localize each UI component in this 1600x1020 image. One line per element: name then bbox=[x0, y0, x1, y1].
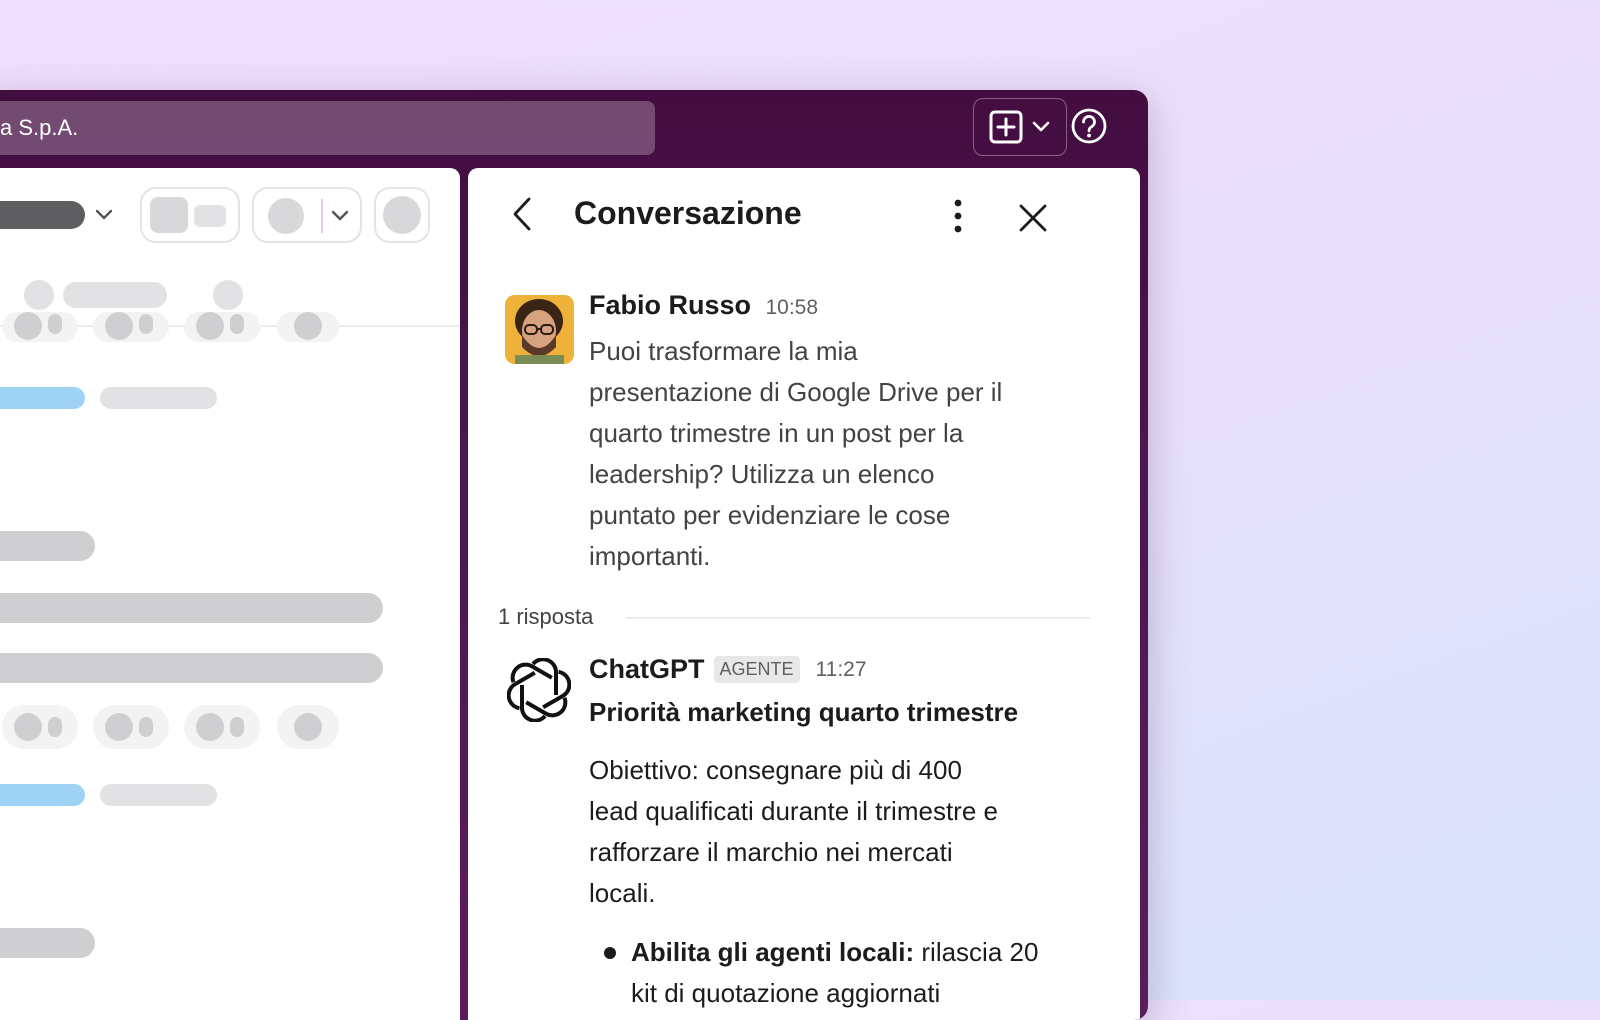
reply-line: rafforzare il marchio nei mercati bbox=[589, 837, 953, 867]
placeholder-toggle[interactable] bbox=[140, 187, 240, 243]
replies-count: 1 risposta bbox=[498, 604, 594, 629]
placeholder-reaction bbox=[2, 312, 78, 342]
help-button[interactable] bbox=[1067, 104, 1111, 148]
placeholder-reaction bbox=[277, 705, 339, 749]
placeholder-reaction bbox=[184, 705, 260, 749]
message-line: Puoi trasformare la mia bbox=[589, 336, 858, 366]
avatar[interactable] bbox=[505, 295, 574, 364]
bullet-label: Abilita gli agenti locali: bbox=[631, 937, 915, 967]
compose-icon bbox=[989, 110, 1023, 144]
placeholder-bar bbox=[100, 784, 217, 806]
channel-pane-placeholder bbox=[0, 168, 460, 1020]
placeholder-link bbox=[0, 784, 85, 806]
compose-button[interactable] bbox=[973, 98, 1067, 156]
placeholder-reaction bbox=[184, 312, 260, 342]
workspace-name: a S.p.A. bbox=[0, 115, 79, 140]
back-icon[interactable] bbox=[510, 196, 534, 232]
reply-body: Obiettivo: consegnare più di 400 lead qu… bbox=[589, 750, 998, 914]
placeholder-bar bbox=[0, 201, 85, 229]
placeholder-bar bbox=[0, 928, 95, 958]
openai-logo-icon[interactable] bbox=[507, 658, 571, 722]
reply-header: ChatGPT AGENTE 11:27 bbox=[589, 654, 867, 685]
chevron-down-icon bbox=[1032, 121, 1050, 132]
message-line: presentazione di Google Drive per il bbox=[589, 377, 1003, 407]
bullet-item: Abilita gli agenti locali: rilascia 20 k… bbox=[631, 932, 1038, 1014]
reply-author[interactable]: ChatGPT bbox=[589, 654, 705, 685]
placeholder-avatar[interactable] bbox=[374, 187, 430, 243]
message-author[interactable]: Fabio Russo bbox=[589, 290, 751, 320]
placeholder-dot bbox=[213, 280, 243, 310]
placeholder-reaction bbox=[2, 705, 78, 749]
bullet-dot bbox=[604, 947, 616, 959]
message-line: puntato per evidenziare le cose bbox=[589, 500, 951, 530]
placeholder-bar bbox=[0, 593, 383, 623]
reply-timestamp[interactable]: 11:27 bbox=[816, 658, 867, 682]
reply-line: lead qualificati durante il trimestre e bbox=[589, 796, 998, 826]
placeholder-reaction bbox=[93, 705, 169, 749]
chevron-down-icon bbox=[331, 210, 349, 221]
reply-heading: Priorità marketing quarto trimestre bbox=[589, 697, 1019, 727]
message-timestamp[interactable]: 10:58 bbox=[765, 296, 818, 319]
thread-title: Conversazione bbox=[574, 195, 802, 231]
message-line: quarto trimestre in un post per la bbox=[589, 418, 964, 448]
placeholder-bar bbox=[63, 282, 167, 308]
help-icon bbox=[1071, 108, 1107, 144]
message-line: importanti. bbox=[589, 541, 711, 571]
reply-line: Obiettivo: consegnare più di 400 bbox=[589, 755, 962, 785]
placeholder-reaction bbox=[93, 312, 169, 342]
message-header: Fabio Russo 10:58 bbox=[589, 290, 818, 321]
chevron-down-icon[interactable] bbox=[95, 208, 113, 222]
placeholder-link bbox=[0, 387, 85, 409]
message-line: leadership? Utilizza un elenco bbox=[589, 459, 935, 489]
replies-divider bbox=[626, 617, 1090, 619]
placeholder-bar bbox=[0, 531, 95, 561]
message-body: Puoi trasformare la mia presentazione di… bbox=[589, 331, 1002, 577]
placeholder-bar bbox=[0, 653, 383, 683]
more-vertical-icon[interactable] bbox=[953, 199, 963, 233]
placeholder-huddle[interactable] bbox=[252, 187, 362, 243]
placeholder-bar bbox=[100, 387, 217, 409]
close-icon[interactable] bbox=[1018, 203, 1048, 233]
bullet-text-line2: kit di quotazione aggiornati bbox=[631, 978, 941, 1008]
workspace-search-bar[interactable]: a S.p.A. bbox=[0, 101, 655, 155]
bullet-text: rilascia 20 bbox=[914, 937, 1039, 967]
reply-line: locali. bbox=[589, 878, 656, 908]
agent-badge: AGENTE bbox=[713, 656, 800, 683]
placeholder-reaction bbox=[277, 312, 339, 342]
placeholder-dot bbox=[24, 280, 54, 310]
